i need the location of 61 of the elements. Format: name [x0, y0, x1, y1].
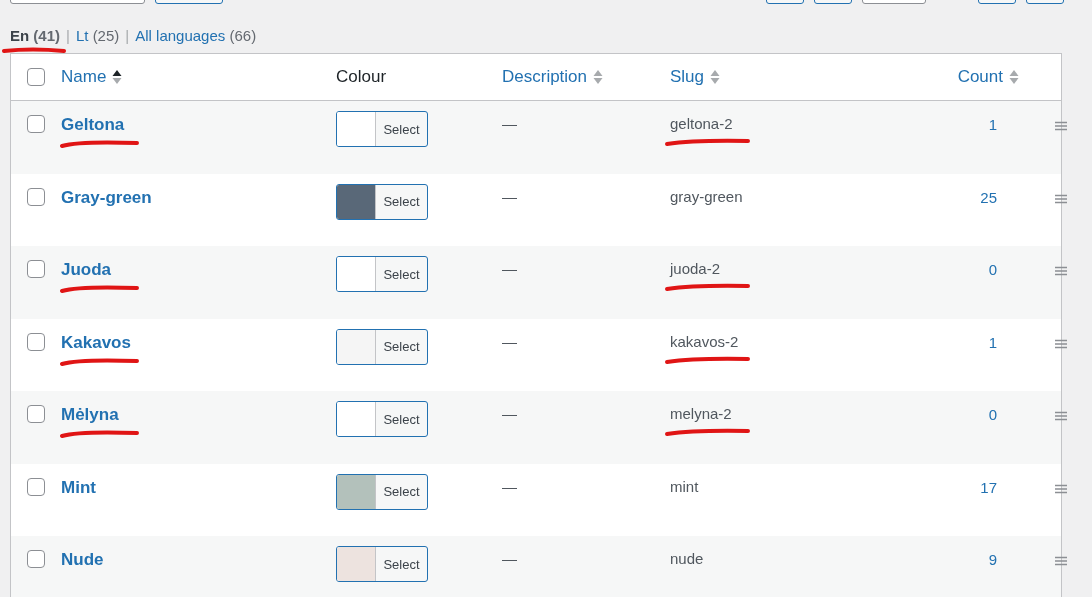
description-column-header[interactable]: Description — [502, 67, 588, 87]
language-filter-link[interactable]: Lt (25) — [75, 26, 120, 44]
description-cell-text: — — [502, 404, 517, 422]
row-checkbox[interactable] — [27, 187, 45, 206]
row-checkbox[interactable] — [27, 477, 45, 496]
language-filter-link[interactable]: All languages (66) — [135, 26, 257, 44]
language-filter-link[interactable]: En (41) — [10, 26, 61, 44]
slug-cell-text: mint — [670, 476, 699, 495]
slug-cell-text: geltona-2 — [670, 114, 733, 132]
drag-handle-icon[interactable] — [1055, 338, 1067, 349]
row-checkbox[interactable] — [27, 115, 45, 133]
count-link[interactable]: 17 — [980, 475, 997, 496]
slug-cell-text: nude — [670, 549, 704, 567]
count-link[interactable]: 1 — [988, 330, 997, 351]
term-name-link[interactable]: Juoda — [61, 258, 112, 280]
name-column-header[interactable]: Name — [61, 67, 107, 87]
count-link[interactable]: 1 — [988, 113, 997, 133]
count-column-header[interactable]: Count — [957, 67, 1003, 87]
colour-picker-button[interactable]: Select — [336, 473, 428, 510]
drag-handle-icon[interactable] — [1055, 193, 1067, 204]
sort-icon[interactable] — [112, 69, 123, 85]
colour-picker-button[interactable]: Select — [336, 111, 428, 147]
term-name-link[interactable]: Nude — [61, 548, 104, 570]
colour-picker-button[interactable]: Select — [336, 546, 428, 582]
slug-cell-text: kakavos-2 — [670, 331, 739, 350]
colour-picker-button[interactable]: Select — [336, 183, 428, 220]
drag-handle-icon[interactable] — [1055, 556, 1067, 566]
description-cell-text: — — [502, 476, 517, 495]
description-cell-text: — — [502, 259, 517, 277]
term-name-link[interactable]: Geltona — [61, 113, 125, 135]
colour-picker-button[interactable]: Select — [336, 256, 428, 292]
term-name-link[interactable]: Mint — [61, 475, 96, 498]
count-link[interactable]: 0 — [988, 258, 997, 278]
filter-separator: | — [66, 26, 70, 44]
row-checkbox[interactable] — [27, 260, 45, 278]
row-checkbox[interactable] — [27, 332, 45, 351]
drag-handle-icon[interactable] — [1055, 266, 1067, 276]
colour-picker-button[interactable]: Select — [336, 328, 428, 365]
select-all-checkbox[interactable] — [27, 68, 45, 86]
slug-cell-text: melyna-2 — [670, 404, 732, 422]
description-cell-text: — — [502, 186, 517, 205]
description-cell-text: — — [502, 114, 517, 132]
slug-column-header[interactable]: Slug — [670, 67, 705, 87]
drag-handle-icon[interactable] — [1055, 483, 1067, 494]
description-cell-text: — — [502, 549, 517, 567]
row-checkbox[interactable] — [27, 405, 45, 423]
colour-picker-button[interactable]: Select — [336, 401, 428, 437]
row-checkbox[interactable] — [27, 550, 45, 568]
count-link[interactable]: 9 — [988, 548, 997, 568]
term-name-link[interactable]: Kakavos — [61, 330, 131, 353]
drag-handle-icon[interactable] — [1055, 411, 1067, 421]
term-name-link[interactable]: Mėlyna — [61, 403, 119, 425]
colour-column-header: Colour — [336, 67, 387, 87]
filter-separator: | — [125, 26, 130, 44]
slug-cell-text: gray-green — [670, 186, 743, 205]
drag-handle-icon[interactable] — [1055, 121, 1067, 131]
count-link[interactable]: 25 — [980, 185, 997, 206]
slug-cell-text: juoda-2 — [670, 259, 721, 277]
description-cell-text: — — [502, 331, 517, 350]
term-name-link[interactable]: Gray-green — [61, 185, 152, 208]
count-link[interactable]: 0 — [988, 403, 997, 423]
